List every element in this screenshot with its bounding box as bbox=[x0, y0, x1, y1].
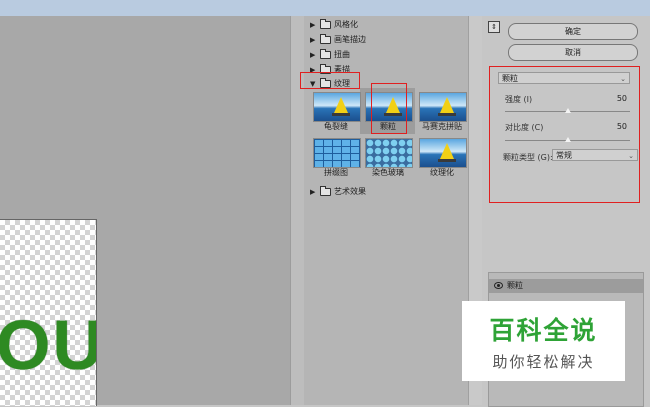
cancel-button[interactable]: 取消 bbox=[508, 44, 638, 61]
filter-label-stained-glass[interactable]: 染色玻璃 bbox=[360, 167, 416, 178]
sail-shape bbox=[440, 97, 454, 113]
folder-icon bbox=[320, 49, 331, 59]
preview-canvas[interactable]: OU bbox=[0, 16, 290, 406]
document-preview: OU bbox=[0, 219, 97, 406]
category-stylize[interactable]: ▶ 风格化 bbox=[310, 19, 358, 31]
watermark-subtitle: 助你轻松解决 bbox=[492, 353, 595, 371]
watermark-logo: 百科全说 助你轻松解决 bbox=[462, 301, 625, 381]
effect-layer-row[interactable]: 颗粒 bbox=[489, 279, 643, 293]
folder-icon bbox=[320, 34, 331, 44]
collapsed-triangle-icon: ▶ bbox=[310, 188, 316, 196]
filter-label-craquelure[interactable]: 龟裂缝 bbox=[308, 121, 364, 132]
annotation-box-texture bbox=[300, 72, 360, 89]
window-title-bar bbox=[0, 0, 650, 16]
sail-shape bbox=[440, 143, 454, 159]
category-artistic[interactable]: ▶ 艺术效果 bbox=[310, 186, 366, 198]
collapse-gallery-icon[interactable]: ⇕ bbox=[488, 21, 500, 33]
ok-button[interactable]: 确定 bbox=[508, 23, 638, 40]
watermark-title: 百科全说 bbox=[489, 316, 598, 345]
filter-thumb-stained-glass[interactable] bbox=[365, 138, 413, 168]
collapsed-triangle-icon: ▶ bbox=[310, 51, 316, 59]
folder-icon bbox=[320, 19, 331, 29]
hull-shape bbox=[438, 159, 456, 162]
visibility-eye-icon[interactable] bbox=[494, 282, 503, 289]
effect-layer-label: 颗粒 bbox=[507, 281, 523, 290]
filter-label-patchwork[interactable]: 拼缀图 bbox=[308, 167, 364, 178]
filter-label-texturizer[interactable]: 纹理化 bbox=[414, 167, 470, 178]
hull-shape bbox=[438, 113, 456, 116]
filter-label-mosaic-tiles[interactable]: 马赛克拼贴 bbox=[414, 121, 470, 132]
canvas-text: OU bbox=[0, 306, 96, 384]
annotation-box-settings bbox=[489, 66, 640, 203]
collapsed-triangle-icon: ▶ bbox=[310, 36, 316, 44]
sail-shape bbox=[334, 97, 348, 113]
collapsed-triangle-icon: ▶ bbox=[310, 21, 316, 29]
filter-thumb-craquelure[interactable] bbox=[313, 92, 361, 122]
filter-thumb-texturizer[interactable] bbox=[419, 138, 467, 168]
category-distort[interactable]: ▶ 扭曲 bbox=[310, 49, 350, 61]
folder-icon bbox=[320, 186, 331, 196]
filter-thumb-patchwork[interactable] bbox=[313, 138, 361, 168]
hull-shape bbox=[332, 113, 350, 116]
annotation-box-grain bbox=[371, 83, 407, 134]
category-brush-strokes[interactable]: ▶ 画笔描边 bbox=[310, 34, 366, 46]
filter-thumb-mosaic-tiles[interactable] bbox=[419, 92, 467, 122]
